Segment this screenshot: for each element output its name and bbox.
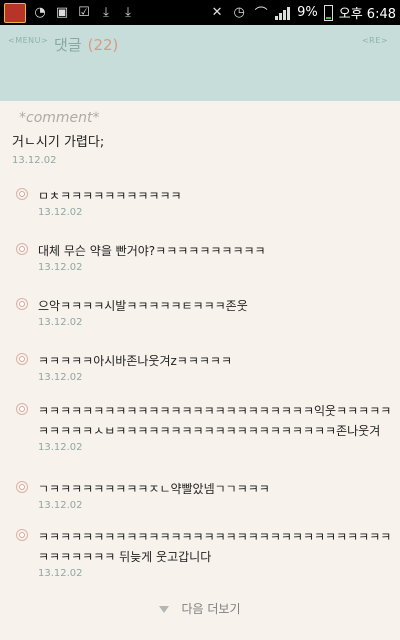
status-right-icons: ✕ ◷ ⌒ 9% 오후 6:48 xyxy=(209,2,396,23)
page-title: 댓글 (22) xyxy=(54,34,118,55)
mute-icon: ✕ xyxy=(211,5,223,20)
reply-text: ㅋㅋㅋㅋㅋㅋㅋㅋㅋㅋㅋㅋㅋㅋㅋㅋㅋㅋㅋㅋㅋㅋㅋㅋㅋ익웃ㅋㅋㅋㅋㅋㅋㅋㅋㅋㅋㅅㅂㅋ… xyxy=(38,404,392,438)
reply-item[interactable]: ㄱㅋㅋㅋㅋㅋㅋㅋㅋㅋㅈㄴ약빨았넴ㄱㄱㅋㅋㅋ 13.12.02 xyxy=(16,479,392,511)
reply-date: 13.12.02 xyxy=(38,207,83,218)
menu-link[interactable]: <MENU> xyxy=(8,36,48,45)
reply-text: 으악ㅋㅋㅋㅋ시발ㅋㅋㅋㅋㅋㅌㅋㅋㅋ존웃 xyxy=(38,299,248,313)
download-icon: ⤓ xyxy=(125,5,131,20)
download-icon: ⤓ xyxy=(103,5,109,20)
down-arrow-icon xyxy=(159,606,170,613)
signal-icon xyxy=(275,6,291,20)
reply-item[interactable]: ㅋㅋㅋㅋㅋ아시바존나웃겨zㅋㅋㅋㅋㅋ 13.12.02 xyxy=(16,351,392,383)
title-text: 댓글 xyxy=(54,36,82,54)
reply-text: ㄱㅋㅋㅋㅋㅋㅋㅋㅋㅋㅈㄴ약빨았넴ㄱㄱㅋㅋㅋ xyxy=(38,482,270,496)
reply-flower-icon xyxy=(16,353,28,365)
reply-date: 13.12.02 xyxy=(38,568,83,579)
original-comment[interactable]: 거ㄴ시기 가렵다; 13.12.02 xyxy=(12,131,392,166)
load-more-button[interactable]: 다음 더보기 xyxy=(0,600,400,617)
clipboard-check-icon: ☑ xyxy=(78,5,90,20)
speedometer-icon: ◔ xyxy=(34,5,46,20)
original-comment-date: 13.12.02 xyxy=(12,155,57,166)
reply-text: 대체 무슨 약을 빤거야?ㅋㅋㅋㅋㅋㅋㅋㅋㅋㅋ xyxy=(38,244,266,258)
reply-date: 13.12.02 xyxy=(38,442,83,453)
reply-text: ㅋㅋㅋㅋㅋㅋㅋㅋㅋㅋㅋㅋㅋㅋㅋㅋㅋㅋㅋㅋㅋㅋㅋㅋㅋㅋㅋㅋㅋㅋㅋㅋㅋㅋㅋㅋㅋㅋㅋ … xyxy=(38,530,392,564)
reply-text: ㅋㅋㅋㅋㅋ아시바존나웃겨zㅋㅋㅋㅋㅋ xyxy=(38,354,232,368)
reply-item[interactable]: ㅋㅋㅋㅋㅋㅋㅋㅋㅋㅋㅋㅋㅋㅋㅋㅋㅋㅋㅋㅋㅋㅋㅋㅋㅋ익웃ㅋㅋㅋㅋㅋㅋㅋㅋㅋㅋㅅㅂㅋ… xyxy=(16,401,392,453)
status-left-icons: ◔ ▣ ☑ ⤓ ⤓ xyxy=(4,2,136,23)
reply-date: 13.12.02 xyxy=(38,317,83,328)
app-notification-icon xyxy=(4,2,26,23)
original-comment-text: 거ㄴ시기 가렵다; xyxy=(12,135,105,150)
reply-flower-icon xyxy=(16,529,28,541)
reply-item[interactable]: ㅋㅋㅋㅋㅋㅋㅋㅋㅋㅋㅋㅋㅋㅋㅋㅋㅋㅋㅋㅋㅋㅋㅋㅋㅋㅋㅋㅋㅋㅋㅋㅋㅋㅋㅋㅋㅋㅋㅋ … xyxy=(16,527,392,579)
reply-text: ㅁㅊㅋㅋㅋㅋㅋㅋㅋㅋㅋㅋㅋ xyxy=(38,189,182,203)
wifi-icon: ⌒ xyxy=(254,7,268,22)
reply-flower-icon xyxy=(16,403,28,415)
comment-tab[interactable]: *comment* xyxy=(3,102,223,132)
comments-header: <MENU> 댓글 (22) <RE> *comment* xyxy=(0,25,400,132)
image-icon: ▣ xyxy=(55,5,69,20)
status-bar: ◔ ▣ ☑ ⤓ ⤓ ✕ ◷ ⌒ 9% 오후 6:48 xyxy=(0,0,400,25)
re-link[interactable]: <RE> xyxy=(362,36,388,45)
reply-flower-icon xyxy=(16,188,28,200)
battery-icon xyxy=(323,4,333,21)
reply-date: 13.12.02 xyxy=(38,262,83,273)
comment-tab-label: *comment* xyxy=(19,110,100,126)
clock: 오후 6:48 xyxy=(338,7,396,22)
reply-date: 13.12.02 xyxy=(38,500,83,511)
reply-flower-icon xyxy=(16,298,28,310)
alarm-icon: ◷ xyxy=(233,5,245,20)
reply-flower-icon xyxy=(16,243,28,255)
comment-count: (22) xyxy=(87,36,119,54)
reply-item[interactable]: 으악ㅋㅋㅋㅋ시발ㅋㅋㅋㅋㅋㅌㅋㅋㅋ존웃 13.12.02 xyxy=(16,296,392,328)
load-more-label: 다음 더보기 xyxy=(181,602,241,616)
reply-item[interactable]: 대체 무슨 약을 빤거야?ㅋㅋㅋㅋㅋㅋㅋㅋㅋㅋ 13.12.02 xyxy=(16,241,392,273)
reply-date: 13.12.02 xyxy=(38,372,83,383)
reply-flower-icon xyxy=(16,481,28,493)
reply-item[interactable]: ㅁㅊㅋㅋㅋㅋㅋㅋㅋㅋㅋㅋㅋ 13.12.02 xyxy=(16,186,392,218)
battery-percent: 9% xyxy=(297,5,318,20)
